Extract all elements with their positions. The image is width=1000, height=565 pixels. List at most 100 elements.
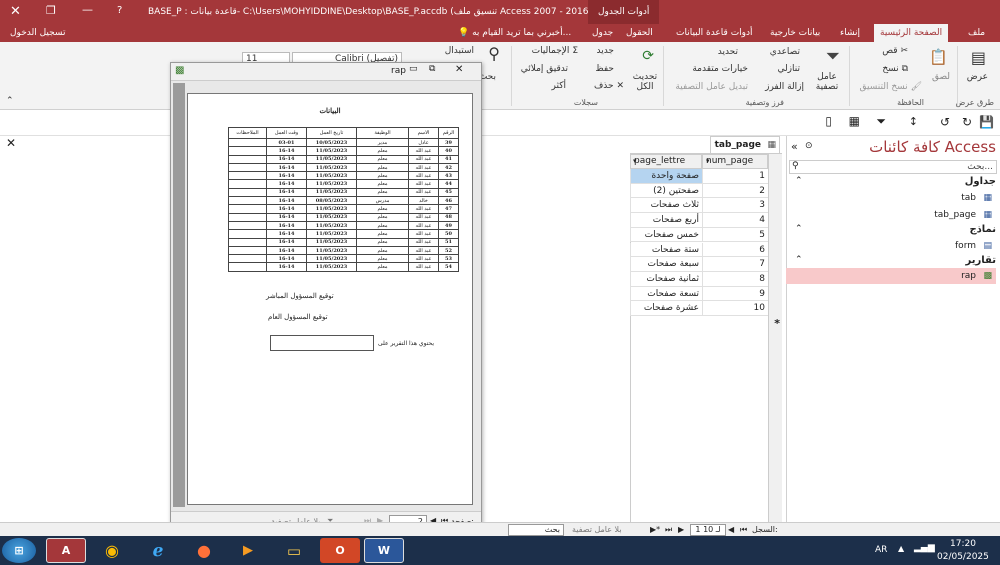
new-row-marker[interactable]: * <box>774 317 780 330</box>
nav-item-rap[interactable]: rap ▩ <box>786 268 996 284</box>
ascending-button[interactable]: تصاعدي <box>770 47 800 57</box>
cell-num-page[interactable]: 1 <box>702 169 768 184</box>
filter-button[interactable]: عامل تصفية <box>812 72 842 92</box>
format-painter-button[interactable]: نسخ التنسيق 🖌 <box>860 82 922 92</box>
close-tab-icon[interactable]: ✕ <box>6 136 16 150</box>
nav-group-reports[interactable]: تقارير <box>966 255 996 266</box>
tab-fields[interactable]: الحقول <box>620 24 659 42</box>
cell-page-lettre[interactable]: صفحتين (2) <box>630 183 702 199</box>
clock-date[interactable]: 02/05/2025 <box>937 552 989 562</box>
cell-page-lettre[interactable]: خمس صفحات <box>630 227 702 243</box>
cell-page-lettre[interactable]: ثمانية صفحات <box>630 271 702 287</box>
tellme-box[interactable]: 💡 أخبرني بما تريد القيام به... <box>452 24 577 42</box>
undo-icon[interactable]: ↺ <box>940 115 950 129</box>
tab-db-tools[interactable]: أدوات قاعدة البيانات <box>670 24 759 42</box>
replace-button[interactable]: استبدال <box>445 46 474 56</box>
close-report-icon[interactable]: ✕ <box>455 64 463 75</box>
status-no-filter[interactable]: بلا عامل تصفية <box>572 525 622 534</box>
restore-report-icon[interactable]: ⧉ <box>429 64 435 74</box>
filter-icon[interactable]: ⏷ <box>826 46 840 67</box>
record-first-icon[interactable]: ⏮ <box>740 525 747 535</box>
refresh-icon[interactable]: ⟳ <box>642 48 654 64</box>
delete-record-button[interactable]: حذف ✕ <box>594 81 624 91</box>
cell-page-lettre[interactable]: تسعة صفحات <box>630 286 702 302</box>
minimize-window-icon[interactable]: — <box>82 3 93 16</box>
cell-num-page[interactable]: 3 <box>702 198 768 214</box>
tab-table[interactable]: جدول <box>586 24 619 42</box>
tab-file[interactable]: ملف <box>962 24 991 42</box>
tray-arrow-icon[interactable]: ▲ <box>898 544 904 553</box>
cell-page-lettre[interactable]: سبعة صفحات <box>630 257 702 272</box>
column-header-page-lettre[interactable]: page_lettre ▾ <box>630 154 702 169</box>
nav-menu-icon[interactable]: ⊙ <box>805 141 813 151</box>
ribbon-collapse-icon[interactable]: ⌃ <box>6 96 14 106</box>
nav-item-tab-page[interactable]: tab_page ▦ <box>786 207 996 223</box>
nav-item-form[interactable]: form ▤ <box>786 238 996 254</box>
record-next-icon[interactable]: ▶ <box>678 525 684 534</box>
tab-external-data[interactable]: بيانات خارجية <box>764 24 826 42</box>
report-scrollbar[interactable] <box>173 83 185 507</box>
clock-time[interactable]: 17:20 <box>950 539 976 549</box>
remove-sort-button[interactable]: إزالة الفرز <box>765 82 804 92</box>
nav-item-tab[interactable]: tab ▦ <box>786 190 996 206</box>
taskbar-office-icon[interactable]: O <box>320 538 360 563</box>
totals-button[interactable]: الإجماليات Σ <box>532 46 578 56</box>
copy-button[interactable]: نسخ ⧉ <box>882 64 908 74</box>
new-record-button[interactable]: جديد <box>596 46 614 56</box>
chevron-up-icon[interactable]: ⌃ <box>795 255 803 265</box>
cell-page-lettre[interactable]: عشرة صفحات <box>630 301 702 316</box>
help-icon[interactable]: ? <box>117 5 122 16</box>
advanced-button[interactable]: خيارات متقدمة <box>692 64 748 74</box>
cell-num-page[interactable]: 8 <box>702 271 768 287</box>
more-button[interactable]: أكثر <box>552 81 566 91</box>
cell-num-page[interactable]: 7 <box>702 257 768 272</box>
nav-group-tables[interactable]: جداول <box>965 176 996 187</box>
save-record-button[interactable]: حفظ <box>595 64 614 74</box>
cell-num-page[interactable]: 2 <box>702 183 768 199</box>
cell-num-page[interactable]: 9 <box>702 286 768 302</box>
taskbar-access-icon[interactable]: A <box>46 538 86 563</box>
restore-window-icon[interactable]: ❐ <box>46 4 56 17</box>
record-input[interactable]: 1 لـ 10 <box>690 524 726 536</box>
spelling-button[interactable]: تدقيق إملائي <box>521 64 568 74</box>
taskbar-firefox-icon[interactable]: ● <box>184 538 224 563</box>
view-button[interactable]: عرض <box>967 72 988 82</box>
cell-page-lettre[interactable]: صفحة واحدة <box>630 169 702 184</box>
cell-num-page[interactable]: 10 <box>702 301 768 316</box>
signin-link[interactable]: تسجيل الدخول <box>4 24 71 42</box>
nav-search-input[interactable]: بحث... ⚲ <box>789 160 997 174</box>
record-last-icon[interactable]: ⏭ <box>665 525 672 535</box>
chevron-up-icon[interactable]: ⌃ <box>795 176 803 186</box>
nav-group-forms[interactable]: نماذج <box>969 224 996 235</box>
view-icon[interactable]: ▤ <box>971 48 986 67</box>
start-button[interactable]: ⊞ <box>2 538 36 563</box>
taskbar-word-icon[interactable]: W <box>364 538 404 563</box>
descending-button[interactable]: تنازلي <box>777 64 800 74</box>
document-tab[interactable]: tab_page ▦ <box>710 136 780 153</box>
save-icon[interactable]: 💾 <box>979 115 994 129</box>
cell-num-page[interactable]: 4 <box>702 213 768 228</box>
cell-page-lettre[interactable]: ستة صفحات <box>630 242 702 258</box>
taskbar-explorer-icon[interactable]: ▭ <box>274 538 314 563</box>
taskbar-chrome-icon[interactable]: ◉ <box>92 538 132 563</box>
collapse-nav-icon[interactable]: « <box>791 140 798 153</box>
minimize-report-icon[interactable]: ▭ <box>409 64 418 74</box>
toggle-filter-button[interactable]: تبديل عامل التصفية <box>675 82 748 92</box>
redo-icon[interactable]: ↻ <box>962 115 972 129</box>
cell-num-page[interactable]: 5 <box>702 227 768 243</box>
status-search-input[interactable]: بحث <box>508 524 564 536</box>
record-prev-icon[interactable]: ◀ <box>728 525 734 534</box>
find-icon[interactable]: ⚲ <box>488 44 500 63</box>
cell-num-page[interactable]: 6 <box>702 242 768 258</box>
cell-page-lettre[interactable]: أربع صفحات <box>630 213 702 228</box>
refresh-button[interactable]: تحديث الكل <box>632 72 658 92</box>
close-window-icon[interactable]: ✕ <box>10 4 21 19</box>
cell-page-lettre[interactable]: ثلاث صفحات <box>630 198 702 214</box>
selection-button[interactable]: تحديد <box>718 47 738 57</box>
tab-create[interactable]: إنشاء <box>834 24 866 42</box>
taskbar-media-icon[interactable]: ▶ <box>228 538 268 563</box>
paste-icon[interactable]: 📋 <box>929 48 948 66</box>
cut-button[interactable]: قص ✂ <box>882 46 908 56</box>
tab-home[interactable]: الصفحة الرئيسية <box>874 24 949 42</box>
record-new-icon[interactable]: ▶* <box>650 525 660 534</box>
